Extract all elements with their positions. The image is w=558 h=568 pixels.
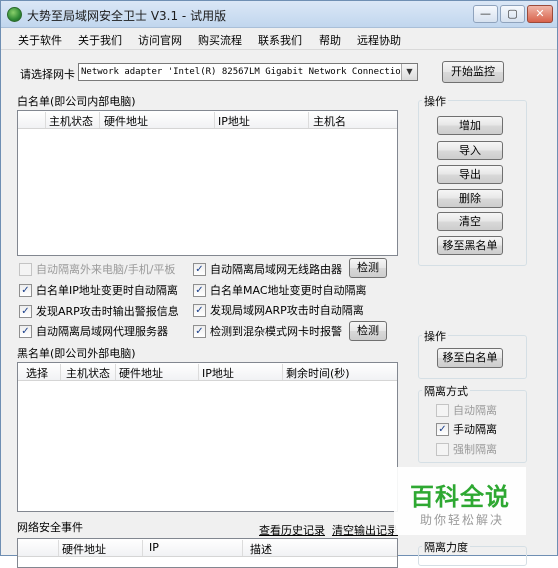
whitelist-header: 主机状态 硬件地址 IP地址 主机名 (18, 111, 397, 129)
clear-button[interactable]: 清空 (437, 212, 503, 231)
isolation-mode-title: 隔离方式 (422, 383, 470, 399)
menu-contact[interactable]: 联系我们 (258, 32, 302, 48)
isolation-strength-title: 隔离力度 (422, 539, 470, 555)
col-select[interactable]: 选择 (26, 365, 48, 381)
events-title: 网络安全事件 (17, 521, 83, 534)
blacklist-header: 选择 主机状态 硬件地址 IP地址 剩余时间(秒) (18, 363, 397, 381)
events-table[interactable]: 硬件地址 IP 描述 (17, 538, 398, 568)
check-icon: ✓ (436, 422, 449, 436)
whitelist-mac-change-isolate-checkbox[interactable]: ✓ 白名单MAC地址变更时自动隔离 (193, 282, 367, 298)
blacklist-ops-title: 操作 (422, 328, 448, 344)
blacklist-title: 黑名单(即公司外部电脑) (17, 347, 136, 360)
menu-bar: 关于软件 关于我们 访问官网 购买流程 联系我们 帮助 远程协助 (1, 28, 557, 50)
force-isolate-mode-checkbox[interactable]: 强制隔离 (436, 441, 497, 457)
clear-output-link[interactable]: 清空输出记录 (332, 522, 398, 538)
auto-isolate-proxy-checkbox[interactable]: ✓ 自动隔离局域网代理服务器 (19, 323, 168, 339)
check-icon: ✓ (19, 304, 32, 318)
import-button[interactable]: 导入 (437, 141, 503, 160)
menu-remote-assist[interactable]: 远程协助 (357, 32, 401, 48)
promiscuous-nic-alert-checkbox[interactable]: ✓ 检测到混杂模式网卡时报警 (193, 323, 342, 339)
close-button[interactable]: ✕ (527, 5, 553, 23)
menu-purchase[interactable]: 购买流程 (198, 32, 242, 48)
col-mac-address[interactable]: 硬件地址 (119, 365, 163, 381)
arp-attack-alert-checkbox[interactable]: ✓ 发现ARP攻击时输出警报信息 (19, 303, 179, 319)
manual-isolate-mode-checkbox[interactable]: ✓ 手动隔离 (436, 421, 497, 437)
checkbox-box (436, 442, 449, 456)
app-window: 大势至局域网安全卫士 V3.1 - 试用版 — ▢ ✕ 关于软件 关于我们 访问… (0, 0, 558, 568)
col-host-status[interactable]: 主机状态 (49, 113, 93, 129)
auto-isolate-external-devices-checkbox[interactable]: 自动隔离外来电脑/手机/平板 (19, 261, 175, 277)
whitelist-ip-change-isolate-checkbox[interactable]: ✓ 白名单IP地址变更时自动隔离 (19, 282, 178, 298)
auto-isolate-mode-checkbox[interactable]: 自动隔离 (436, 402, 497, 418)
adapter-select-value: Network adapter 'Intel(R) 82567LM Gigabi… (81, 67, 412, 77)
events-header: 硬件地址 IP 描述 (18, 539, 397, 557)
col-ip-address[interactable]: IP地址 (202, 365, 234, 381)
move-to-whitelist-button[interactable]: 移至白名单 (437, 348, 503, 368)
window-title: 大势至局域网安全卫士 V3.1 - 试用版 (27, 9, 227, 23)
detect-promiscuous-button[interactable]: 检测 (349, 321, 387, 341)
col-mac-address[interactable]: 硬件地址 (104, 113, 148, 129)
col-remaining-time[interactable]: 剩余时间(秒) (286, 365, 350, 381)
check-icon: ✓ (193, 303, 206, 317)
auto-isolate-wireless-router-checkbox[interactable]: ✓ 自动隔离局域网无线路由器 (193, 261, 342, 277)
title-bar[interactable]: 大势至局域网安全卫士 V3.1 - 试用版 — ▢ ✕ (1, 1, 557, 28)
checkbox-box (436, 403, 449, 417)
adapter-label: 请选择网卡 (20, 68, 75, 81)
col-hostname[interactable]: 主机名 (313, 113, 346, 129)
check-icon: ✓ (193, 283, 206, 297)
col-host-status[interactable]: 主机状态 (66, 365, 110, 381)
col-ip[interactable]: IP (149, 541, 159, 554)
detect-router-button[interactable]: 检测 (349, 258, 387, 278)
blacklist-table[interactable]: 选择 主机状态 硬件地址 IP地址 剩余时间(秒) (17, 362, 398, 512)
watermark-overlay: 百科全说 助你轻松解决 (394, 467, 526, 535)
menu-help[interactable]: 帮助 (319, 32, 341, 48)
menu-about-software[interactable]: 关于软件 (18, 32, 62, 48)
watermark-main-text: 百科全说 (410, 483, 510, 511)
check-icon: ✓ (193, 324, 206, 338)
adapter-select[interactable]: Network adapter 'Intel(R) 82567LM Gigabi… (78, 63, 418, 81)
check-icon: ✓ (193, 262, 206, 276)
start-monitor-button[interactable]: 开始监控 (442, 61, 504, 83)
watermark-sub-text: 助你轻松解决 (420, 513, 505, 527)
col-mac-address[interactable]: 硬件地址 (62, 541, 106, 557)
arp-attack-isolate-checkbox[interactable]: ✓ 发现局域网ARP攻击时自动隔离 (193, 302, 364, 318)
maximize-button[interactable]: ▢ (500, 5, 525, 23)
check-icon: ✓ (19, 324, 32, 338)
col-description[interactable]: 描述 (250, 541, 272, 557)
minimize-button[interactable]: — (473, 5, 498, 23)
dropdown-arrow-icon[interactable]: ▼ (401, 64, 417, 80)
view-history-link[interactable]: 查看历史记录 (259, 522, 325, 538)
app-logo-icon (7, 7, 22, 22)
check-icon: ✓ (19, 283, 32, 297)
checkbox-box (19, 262, 32, 276)
add-button[interactable]: 增加 (437, 116, 503, 135)
whitelist-title: 白名单(即公司内部电脑) (17, 95, 136, 108)
whitelist-ops-title: 操作 (422, 93, 448, 109)
menu-about-us[interactable]: 关于我们 (78, 32, 122, 48)
col-ip-address[interactable]: IP地址 (218, 113, 250, 129)
whitelist-table[interactable]: 主机状态 硬件地址 IP地址 主机名 (17, 110, 398, 256)
menu-visit-site[interactable]: 访问官网 (138, 32, 182, 48)
delete-button[interactable]: 删除 (437, 189, 503, 208)
export-button[interactable]: 导出 (437, 165, 503, 184)
move-to-blacklist-button[interactable]: 移至黑名单 (437, 236, 503, 255)
